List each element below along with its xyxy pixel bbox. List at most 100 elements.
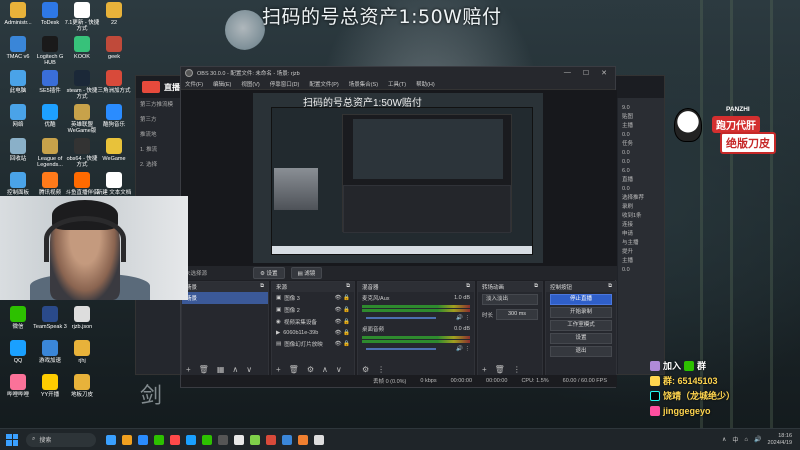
desktop-icon[interactable]: 斗鱼直播伴侣	[64, 172, 100, 196]
remove-transition-button[interactable]: 🗑	[495, 365, 505, 374]
add-source-button[interactable]: +	[276, 365, 281, 374]
desktop-icon[interactable]: TMAC v6	[0, 36, 36, 60]
desktop-icon[interactable]: steam - 快捷方式	[64, 70, 100, 100]
source-properties-button[interactable]: ⚙	[307, 365, 314, 374]
taskbar-app-icon[interactable]	[170, 434, 180, 445]
close-button[interactable]: ✕	[601, 69, 607, 77]
desktop-icon[interactable]: 回收站	[0, 138, 36, 162]
ime-indicator[interactable]: 中	[732, 435, 738, 444]
network-icon[interactable]: ⌂	[744, 437, 748, 443]
taskbar-app-icon[interactable]	[154, 434, 164, 445]
taskbar-app-icon[interactable]	[282, 434, 292, 445]
scene-filters-button[interactable]: ▦	[217, 365, 225, 374]
desktop-icon[interactable]: 酷狗音乐	[96, 104, 132, 128]
streamer-left-item[interactable]: 第三方推流模	[136, 98, 183, 113]
move-down-icon[interactable]: ∨	[336, 365, 342, 374]
taskbar-search[interactable]: ⌕ 搜索	[26, 432, 96, 447]
minimize-button[interactable]: —	[564, 69, 571, 77]
desktop-icon[interactable]: 地板刀皮	[64, 374, 100, 398]
exit-button[interactable]: 退出	[550, 346, 612, 357]
desktop-icon[interactable]: 22	[96, 2, 132, 26]
desktop-icon[interactable]: League of Legends...	[32, 138, 68, 168]
mixer-settings-icon[interactable]: ⚙	[362, 365, 369, 374]
desktop-icon[interactable]: 控制面板	[0, 172, 36, 196]
taskbar-app-icon[interactable]	[186, 434, 196, 445]
volume-slider[interactable]	[366, 317, 436, 319]
transition-menu-icon[interactable]: ⋮	[513, 365, 521, 374]
studio-mode-button[interactable]: 工作室模式	[550, 320, 612, 331]
taskbar-app-icon[interactable]	[314, 434, 324, 445]
desktop-icon[interactable]: Logitech G HUB	[32, 36, 68, 66]
source-item[interactable]: ▤ 图像幻灯片放映 👁 🔒	[272, 338, 354, 350]
move-up-icon[interactable]: ∧	[232, 365, 238, 374]
menu-file[interactable]: 文件(F)	[185, 80, 203, 88]
menu-help[interactable]: 帮助(H)	[416, 80, 435, 88]
volume-slider[interactable]	[366, 348, 436, 350]
taskbar-app-icon[interactable]	[202, 434, 212, 445]
desktop-icon[interactable]: obs64 - 快捷方式	[64, 138, 100, 168]
menu-tools[interactable]: 工具(T)	[388, 80, 406, 88]
desktop-icon[interactable]: 网络	[0, 104, 36, 128]
desktop-icon[interactable]: 英雄联盟WeGame版	[64, 104, 100, 134]
chevron-up-icon[interactable]: ∧	[722, 436, 726, 443]
desktop-icon[interactable]: WeGame	[96, 138, 132, 162]
remove-scene-button[interactable]: 🗑	[199, 365, 209, 374]
desktop-icon[interactable]: 游戏加速	[32, 340, 68, 364]
menu-profile[interactable]: 配置文件(P)	[309, 80, 338, 88]
desktop-icon[interactable]: 三角洲加方式	[96, 70, 132, 94]
move-down-icon[interactable]: ∨	[246, 365, 252, 374]
desktop-icon[interactable]: 哔哩哔哩	[0, 374, 36, 398]
filters-button[interactable]: ▤ 滤镜	[290, 267, 323, 279]
desktop-icon[interactable]: 微信	[0, 306, 36, 330]
desktop-icon[interactable]: KOOK	[64, 36, 100, 60]
desktop-icon[interactable]: Administr...	[0, 2, 36, 26]
obs-preview[interactable]: 扫码的号总资产1:50W赔付	[181, 90, 617, 266]
source-item[interactable]: ▣ 图像 3 👁 🔒	[272, 292, 354, 304]
desktop-icon[interactable]: ToDesk	[32, 2, 68, 26]
source-item[interactable]: ◉ 视频采集设备 👁 🔒	[272, 316, 354, 328]
taskbar-app-icon[interactable]	[138, 434, 148, 445]
taskbar-app-icon[interactable]	[298, 434, 308, 445]
desktop-icon[interactable]: 优酷	[32, 104, 68, 128]
obs-window[interactable]: OBS 30.0.0 - 配置文件: 未命名 - 场景: rjzb — ☐ ✕ …	[180, 66, 617, 388]
desktop-icon[interactable]: SE5插件	[32, 70, 68, 94]
taskbar-app-icon[interactable]	[218, 434, 228, 445]
settings-button[interactable]: 设置	[550, 333, 612, 344]
desktop-icon[interactable]: geek	[96, 36, 132, 60]
transition-select[interactable]: 淡入淡出	[482, 294, 538, 305]
volume-icon[interactable]: 🔊	[754, 436, 761, 443]
desktop-icon[interactable]: 新建 文本文档	[96, 172, 132, 196]
start-button[interactable]	[6, 433, 18, 446]
desktop-icon[interactable]: 腾讯视频	[32, 172, 68, 196]
taskbar-app-icon[interactable]	[234, 434, 244, 445]
menu-view[interactable]: 视图(V)	[241, 80, 259, 88]
mixer-menu-icon[interactable]: ⋮	[377, 365, 385, 374]
desktop-icon[interactable]: TeamSpeak 3	[32, 306, 68, 330]
remove-source-button[interactable]: 🗑	[289, 365, 299, 374]
menu-scene-collection[interactable]: 场景集合(S)	[349, 80, 378, 88]
clock[interactable]: 18:16 2024/4/19	[768, 433, 792, 447]
move-up-icon[interactable]: ∧	[322, 365, 328, 374]
source-item[interactable]: ▣ 图像 2 👁 🔒	[272, 304, 354, 316]
desktop-icon[interactable]: rjzb.json	[64, 306, 100, 330]
desktop-icon[interactable]: QQ	[0, 340, 36, 364]
maximize-button[interactable]: ☐	[583, 69, 589, 77]
taskbar-app-icon[interactable]	[250, 434, 260, 445]
scene-item[interactable]: 场景	[182, 292, 268, 304]
desktop-icon[interactable]: rjhj	[64, 340, 100, 364]
duration-input[interactable]: 300 ms	[496, 309, 538, 320]
desktop-icon[interactable]: 此电脑	[0, 70, 36, 94]
stop-streaming-button[interactable]: 停止直播	[550, 294, 612, 305]
settings-button[interactable]: ⚙ 设置	[253, 267, 285, 279]
menu-edit[interactable]: 编辑(E)	[213, 80, 231, 88]
start-recording-button[interactable]: 开始录制	[550, 307, 612, 318]
desktop-icon[interactable]: YY开播	[32, 374, 68, 398]
taskbar-app-icon[interactable]	[266, 434, 276, 445]
taskbar-app-icon[interactable]	[122, 434, 132, 445]
taskbar-app-icon[interactable]	[106, 434, 116, 445]
desktop-icon[interactable]: 7.1更新 - 快捷方式	[64, 2, 100, 32]
source-item[interactable]: ▶ 6060b11e-39b 👁 🔒	[272, 328, 354, 338]
add-scene-button[interactable]: +	[186, 365, 191, 374]
menu-docks[interactable]: 停靠窗口(D)	[270, 80, 300, 88]
add-transition-button[interactable]: +	[482, 365, 487, 374]
